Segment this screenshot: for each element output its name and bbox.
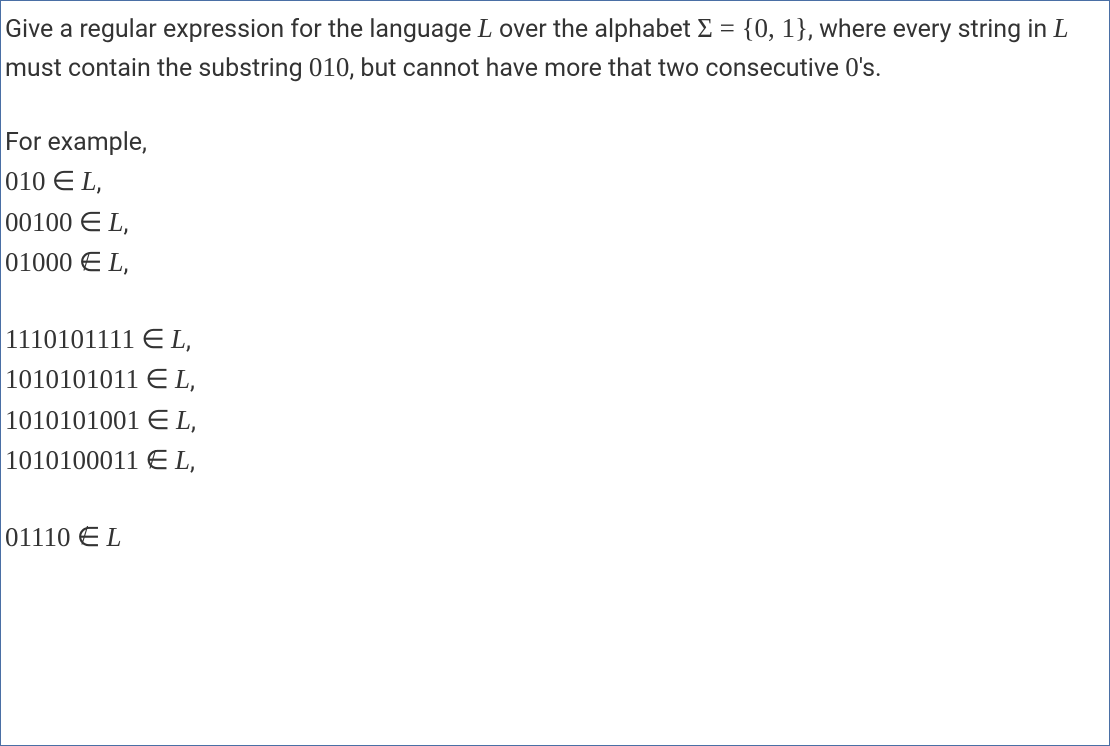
math-var-L: L bbox=[1053, 13, 1068, 43]
comma: , bbox=[123, 209, 128, 238]
comma: , bbox=[123, 249, 128, 278]
example-string: 1010100011 bbox=[5, 445, 139, 475]
math-var-L: L bbox=[106, 522, 121, 552]
math-var-L: L bbox=[81, 166, 96, 196]
math-var-L: L bbox=[175, 445, 190, 475]
math-var-L: L bbox=[108, 207, 123, 237]
example-item: 01000 ∈/ L, bbox=[5, 242, 1105, 283]
example-string: 1010101011 bbox=[5, 364, 139, 394]
element-of-symbol: ∈ bbox=[52, 166, 76, 196]
element-of-symbol: ∈ bbox=[79, 207, 103, 237]
example-item: 1010101001 ∈ L, bbox=[5, 400, 1105, 441]
example-item: 010 ∈ L, bbox=[5, 161, 1105, 202]
not-slash: / bbox=[83, 241, 90, 282]
comma: , bbox=[190, 366, 195, 395]
not-slash: / bbox=[81, 515, 88, 556]
text-segment: over the alphabet bbox=[493, 15, 697, 44]
math-var-L: L bbox=[176, 405, 191, 435]
example-string: 01000 bbox=[5, 247, 73, 277]
example-string: 1110101111 bbox=[5, 324, 135, 354]
math-var-L: L bbox=[478, 13, 493, 43]
example-item: 1010100011 ∈/ L, bbox=[5, 440, 1105, 481]
text-segment: , where every string in bbox=[808, 15, 1053, 44]
comma: , bbox=[186, 326, 191, 355]
math-zero: 0 bbox=[845, 52, 859, 82]
math-var-L: L bbox=[175, 364, 190, 394]
not-element-of-symbol: ∈/ bbox=[79, 242, 103, 283]
example-item: 1010101011 ∈ L, bbox=[5, 359, 1105, 400]
text-segment: 's. bbox=[859, 54, 882, 83]
question-container: Give a regular expression for the langua… bbox=[0, 0, 1110, 746]
text-segment: Give a regular expression for the langua… bbox=[5, 15, 478, 44]
example-string: 00100 bbox=[5, 207, 73, 237]
text-segment: , but cannot have more that two consecut… bbox=[349, 54, 845, 83]
math-equals: = bbox=[713, 13, 742, 43]
element-of-symbol: ∈ bbox=[141, 324, 165, 354]
example-string: 1010101001 bbox=[5, 405, 140, 435]
math-set: {0, 1} bbox=[742, 13, 808, 43]
example-item: 1110101111 ∈ L, bbox=[5, 319, 1105, 360]
example-item: 00100 ∈ L, bbox=[5, 202, 1105, 243]
element-of-symbol: ∈ bbox=[145, 364, 169, 394]
math-sigma: Σ bbox=[697, 13, 713, 43]
example-item: 01110 ∈/ L bbox=[5, 517, 1105, 558]
question-prompt: Give a regular expression for the langua… bbox=[5, 9, 1105, 88]
not-slash: / bbox=[150, 439, 157, 480]
comma: , bbox=[96, 168, 101, 197]
math-var-L: L bbox=[108, 247, 123, 277]
text-segment: must contain the substring bbox=[5, 54, 309, 83]
for-example-label: For example, bbox=[5, 124, 1105, 162]
spacer bbox=[5, 481, 1105, 517]
math-var-L: L bbox=[171, 324, 186, 354]
spacer bbox=[5, 88, 1105, 124]
comma: , bbox=[191, 407, 196, 436]
not-element-of-symbol: ∈/ bbox=[77, 517, 101, 558]
element-of-symbol: ∈ bbox=[146, 405, 170, 435]
not-element-of-symbol: ∈/ bbox=[145, 440, 169, 481]
math-substring: 010 bbox=[309, 52, 350, 82]
spacer bbox=[5, 283, 1105, 319]
example-string: 01110 bbox=[5, 522, 71, 552]
comma: , bbox=[190, 447, 195, 476]
example-string: 010 bbox=[5, 166, 46, 196]
